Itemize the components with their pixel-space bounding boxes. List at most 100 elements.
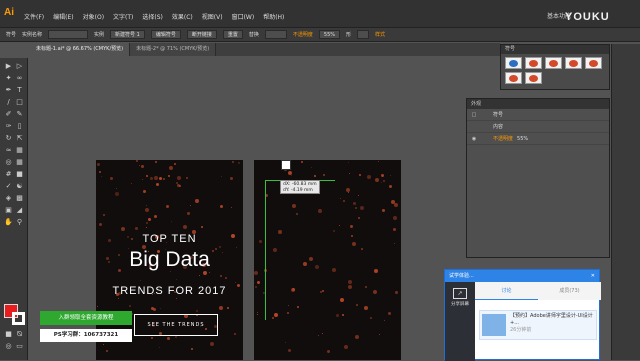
rectangle-tool-icon[interactable]: □ <box>15 98 24 107</box>
instance-field[interactable]: 新建符号 1 <box>110 30 145 39</box>
tab-document-2[interactable]: 未标题-2* @ 71% (CMYK/预览) <box>130 43 217 56</box>
none-mode-icon[interactable]: ⦰ <box>15 330 24 339</box>
replace-label: 替换 <box>248 32 259 38</box>
graph-tool-icon[interactable]: ▩ <box>15 194 24 203</box>
eyedropper-tool-icon[interactable]: ✓ <box>4 182 13 191</box>
shape-label: 形 <box>346 32 352 38</box>
particle-dot <box>209 272 210 273</box>
style-label[interactable]: 样式 <box>375 31 385 38</box>
edit-symbol-button[interactable]: 编辑符号 <box>150 30 181 39</box>
artboard-tool-icon[interactable]: ▣ <box>4 206 13 215</box>
rotate-tool-icon[interactable]: ↻ <box>4 134 13 143</box>
artboard-2[interactable] <box>254 160 401 360</box>
break-link-button[interactable]: 断开链接 <box>186 30 217 39</box>
particle-dot <box>320 291 322 293</box>
chat-title: 试学体验... ✕ <box>445 270 599 282</box>
particle-dot <box>390 175 391 176</box>
type-tool-icon[interactable]: T <box>15 86 24 95</box>
symbol-swatch[interactable] <box>585 57 602 69</box>
blend-tool-icon[interactable]: ☯ <box>15 182 24 191</box>
brush-tool-icon[interactable]: ✐ <box>4 110 13 119</box>
eraser-tool-icon[interactable]: ▯ <box>15 122 24 131</box>
pencil-tool-icon[interactable]: ✎ <box>15 110 24 119</box>
chat-message-card[interactable]: 【预约】Adobe讲师字里设计-UI设计+... 26分钟前 <box>479 310 597 340</box>
menu-select[interactable]: 选择(S) <box>142 12 163 21</box>
opacity-field[interactable]: 55% <box>318 30 341 39</box>
line-tool-icon[interactable]: / <box>4 98 13 107</box>
symbol-sprayer-tool-icon[interactable]: ◈ <box>4 194 13 203</box>
slice-tool-icon[interactable]: ◢ <box>15 206 24 215</box>
opacity-label[interactable]: 不透明度 <box>293 31 313 38</box>
visibility-eye-icon[interactable]: ◉ <box>467 136 481 142</box>
menu-help[interactable]: 帮助(H) <box>263 12 284 21</box>
menu-object[interactable]: 对象(O) <box>83 12 104 21</box>
selection-tool-icon[interactable]: ▶ <box>4 62 13 71</box>
share-screen-label[interactable]: 分享屏幕 <box>445 301 475 307</box>
particle-dot <box>257 314 258 315</box>
symbol-swatch[interactable] <box>565 57 582 69</box>
particle-dot <box>140 280 141 281</box>
scale-tool-icon[interactable]: ⇱ <box>15 134 24 143</box>
color-mode-icon[interactable]: ■ <box>4 330 13 339</box>
stroke-color-swatch[interactable] <box>12 312 25 325</box>
appearance-row-opacity[interactable]: ◉ 不透明度 55% <box>467 133 609 145</box>
menu-file[interactable]: 文件(F) <box>24 12 44 21</box>
appearance-row-label: 内容 <box>493 124 504 130</box>
tab-discuss[interactable]: 讨论 <box>475 282 538 300</box>
instance-name-field[interactable] <box>48 30 89 39</box>
particle-dot <box>391 200 395 204</box>
shape-field[interactable] <box>357 30 370 39</box>
menu-window[interactable]: 窗口(W) <box>232 12 255 21</box>
symbol-swatch[interactable] <box>505 72 522 84</box>
shape-builder-tool-icon[interactable]: ◎ <box>4 158 13 167</box>
zoom-tool-icon[interactable]: ⚲ <box>15 218 24 227</box>
symbol-preview-icon <box>509 75 518 82</box>
replace-field[interactable] <box>264 30 287 39</box>
particle-dot <box>169 166 173 170</box>
free-transform-tool-icon[interactable]: ▦ <box>15 146 24 155</box>
particle-dot <box>360 206 364 210</box>
menu-view[interactable]: 视图(V) <box>202 12 223 21</box>
menu-edit[interactable]: 编辑(E) <box>53 12 73 21</box>
blob-brush-tool-icon[interactable]: ✑ <box>4 122 13 131</box>
particle-dot <box>358 217 360 219</box>
close-icon[interactable]: ✕ <box>591 270 595 282</box>
menu-type[interactable]: 文字(T) <box>113 12 133 21</box>
draw-mode-icon[interactable]: ◎ <box>4 342 13 351</box>
particle-dot <box>348 280 352 284</box>
appearance-row-label[interactable]: 不透明度 <box>493 135 513 142</box>
see-trends-button[interactable]: SEE THE TRENDS <box>134 314 218 336</box>
magic-wand-tool-icon[interactable]: ✦ <box>4 74 13 83</box>
menu-effect[interactable]: 效果(C) <box>172 12 193 21</box>
watermark: YOUKU <box>565 11 610 23</box>
width-tool-icon[interactable]: ≈ <box>4 146 13 155</box>
particle-dot <box>97 306 98 307</box>
direct-selection-tool-icon[interactable]: ▷ <box>15 62 24 71</box>
gradient-tool-icon[interactable]: ■ <box>15 170 24 179</box>
perspective-tool-icon[interactable]: ▦ <box>15 158 24 167</box>
particle-dot <box>255 286 257 288</box>
share-screen-icon[interactable]: ↗ <box>453 288 467 299</box>
symbol-preview-icon <box>549 60 558 67</box>
symbol-swatch[interactable] <box>505 57 522 69</box>
lasso-tool-icon[interactable]: ∞ <box>15 74 24 83</box>
reset-button[interactable]: 重置 <box>222 30 243 39</box>
symbol-swatch[interactable] <box>525 57 542 69</box>
mesh-tool-icon[interactable]: # <box>4 170 13 179</box>
app-logo: Ai <box>4 7 14 18</box>
symbol-swatch[interactable] <box>525 72 542 84</box>
screen-mode-icon[interactable]: ▭ <box>15 342 24 351</box>
particle-dot <box>220 205 223 208</box>
pen-tool-icon[interactable]: ✒ <box>4 86 13 95</box>
appearance-row-contents[interactable]: 内容 <box>467 121 609 133</box>
particle-dot <box>336 314 339 317</box>
tab-members[interactable]: 成员(73) <box>538 282 601 300</box>
hand-tool-icon[interactable]: ✋ <box>4 218 13 227</box>
particle-dot <box>292 204 296 208</box>
tab-document-1[interactable]: 未标题-1.ai* @ 66.67% (CMYK/预览) <box>30 43 131 56</box>
symbol-swatch[interactable] <box>545 57 562 69</box>
appearance-row-symbol[interactable]: □ 符号 <box>467 109 609 121</box>
particle-dot <box>176 279 177 280</box>
particle-dot <box>356 304 358 306</box>
symbol-instance-handle[interactable] <box>281 160 291 170</box>
